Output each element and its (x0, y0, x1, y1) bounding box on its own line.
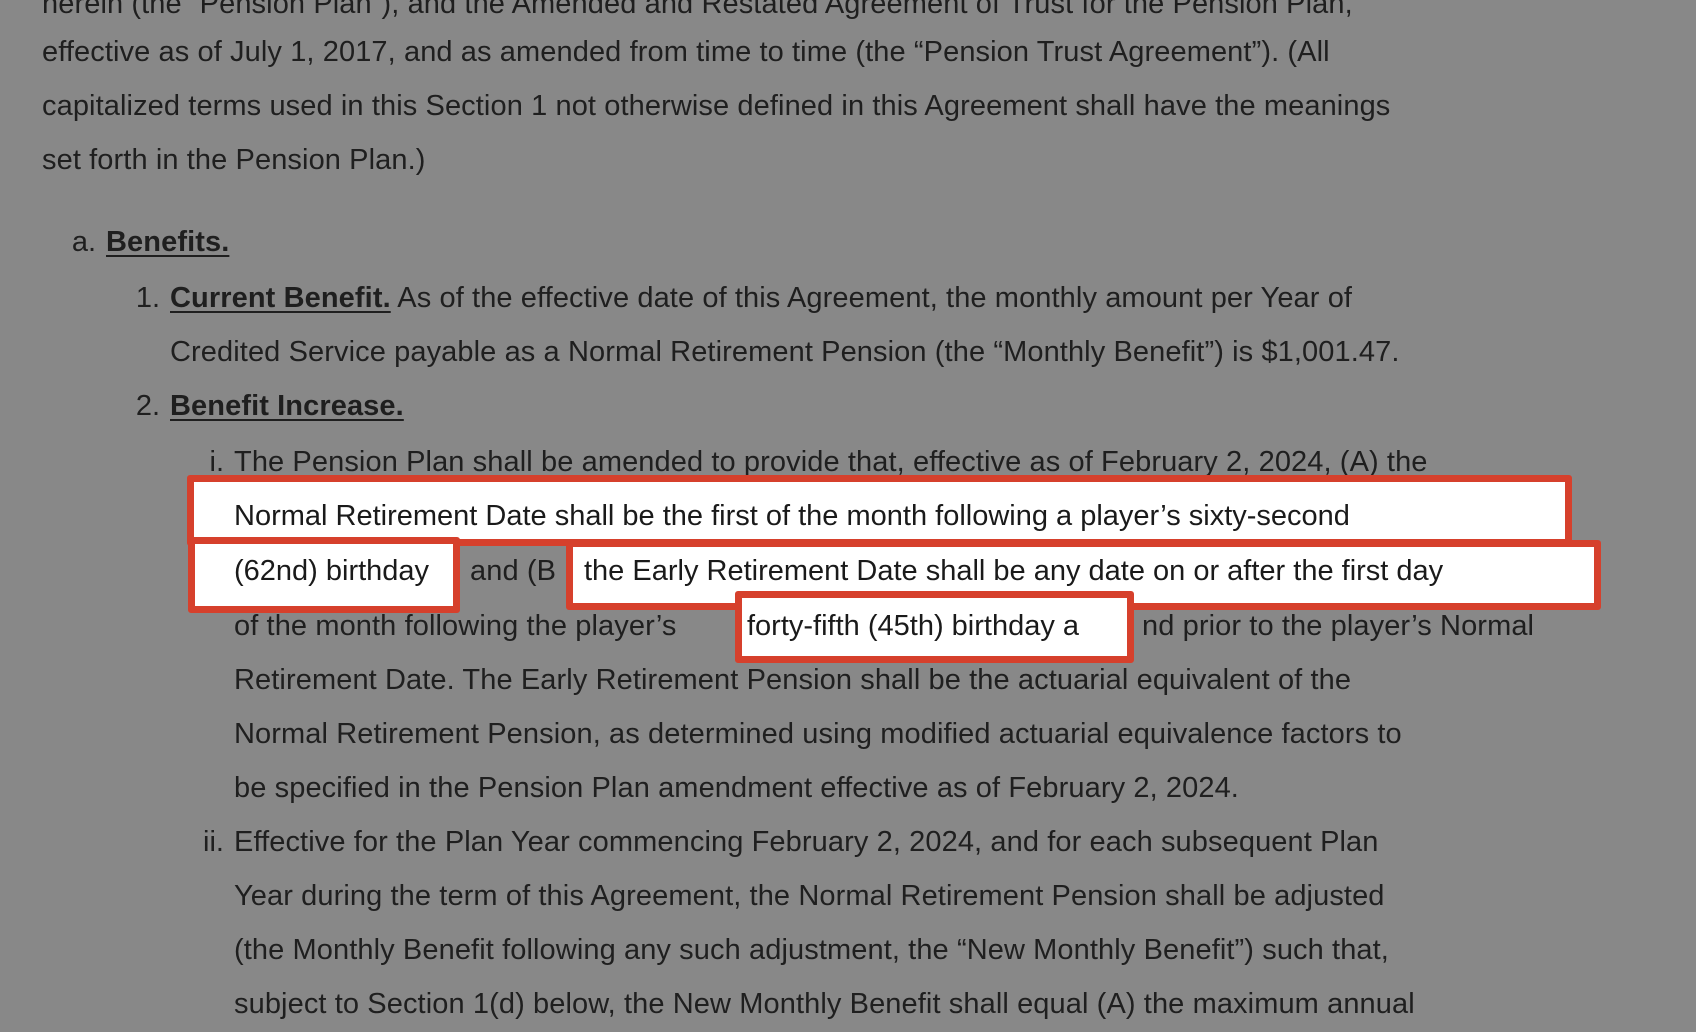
item-2-marker: 2. (135, 390, 160, 422)
item-i-line2: Normal Retirement Date shall be the firs… (234, 500, 1350, 532)
intro-line: set forth in the Pension Plan.) (42, 144, 426, 176)
item-i-line3-highlight-1: (62nd) birthday (234, 555, 430, 587)
intro-line: herein (the “Pension Plan”), and the Ame… (42, 0, 1353, 20)
item-i-line4-post: nd prior to the player’s Normal (1142, 610, 1535, 642)
item-i-line6: Normal Retirement Pension, as determined… (234, 718, 1402, 750)
item-1-line1-text: As of the effective date of this Agreeme… (390, 282, 1353, 314)
item-i-line4-highlight-tail: a (1062, 610, 1080, 642)
item-1-line2: Credited Service payable as a Normal Ret… (170, 336, 1400, 368)
item-1-line1: Current Benefit. As of the effective dat… (170, 278, 1352, 318)
item-i-line3-mid: and (B (470, 555, 557, 587)
item-ii-line: Year during the term of this Agreement, … (234, 880, 1385, 912)
item-ii-line: subject to Section 1(d) below, the New M… (234, 988, 1415, 1020)
item-i-line4-pre: of the month following the player’s (234, 610, 677, 642)
item-ii-line: (the Monthly Benefit following any such … (234, 934, 1389, 966)
item-i-line5: Retirement Date. The Early Retirement Pe… (234, 664, 1352, 696)
section-a-marker: a. (71, 226, 96, 258)
item-2-heading: Benefit Increase. (170, 390, 404, 422)
item-1-marker: 1. (135, 282, 160, 314)
item-i-line3-highlight-2: the Early Retirement Date shall be any d… (584, 555, 1444, 587)
intro-line: capitalized terms used in this Section 1… (42, 90, 1391, 122)
section-a-heading: Benefits. (106, 226, 230, 258)
item-1-heading: Current Benefit. (170, 282, 391, 314)
intro-line: effective as of July 1, 2017, and as ame… (42, 36, 1330, 68)
item-i-line7: be specified in the Pension Plan amendme… (234, 772, 1239, 804)
item-ii-line: Effective for the Plan Year commencing F… (234, 826, 1379, 858)
item-i-line4-highlight-text: forty-fifth (45th) birthday (747, 610, 1055, 642)
item-ii-marker: ii. (203, 826, 224, 858)
item-i-line4-highlight: forty-fifth (45th) birthday a (747, 606, 1079, 646)
document-page: herein (the “Pension Plan”), and the Ame… (0, 0, 1696, 1032)
